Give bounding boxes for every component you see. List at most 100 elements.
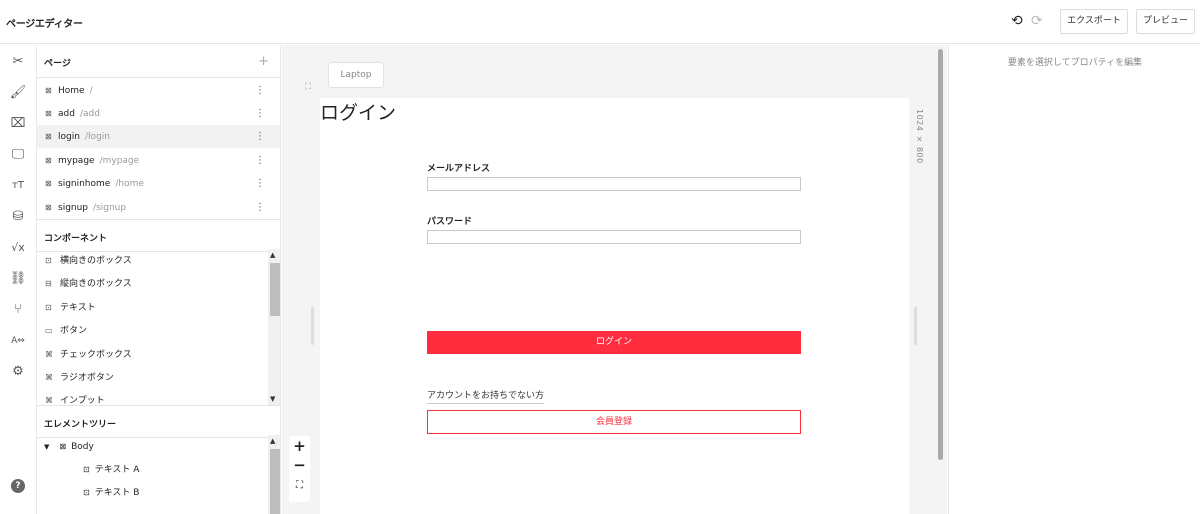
scroll-up-icon[interactable]: ▲ xyxy=(270,251,275,259)
components-header: コンポーネント xyxy=(37,219,280,252)
page-item[interactable]: ⊠ Home / ⋮ xyxy=(37,79,280,102)
tree-node[interactable]: ⊡ テキスト A xyxy=(83,460,139,480)
monitor-icon[interactable]: 🖵 xyxy=(9,147,27,163)
component-label: ボタン xyxy=(60,326,88,336)
page-icon: ⊠ xyxy=(45,156,52,165)
zoom-out-icon[interactable]: − xyxy=(289,456,310,474)
device-tab[interactable]: Laptop xyxy=(328,62,384,88)
page-name: signinhome xyxy=(58,179,111,189)
scroll-thumb[interactable] xyxy=(270,263,280,316)
tree-node-label: Body xyxy=(71,442,94,452)
page-item-selected[interactable]: ⊠ login/login ⋮ xyxy=(37,125,280,148)
component-item[interactable]: ⌘ チェックボックス xyxy=(37,343,267,366)
register-button[interactable]: 会員登録 xyxy=(427,410,801,434)
component-label: チェックボックス xyxy=(60,350,132,360)
pages-header: ページ + xyxy=(37,45,280,78)
fit-screen-icon[interactable]: ⛶ xyxy=(289,480,310,491)
help-icon[interactable]: ? xyxy=(11,479,25,493)
components-title: コンポーネント xyxy=(44,234,108,244)
text-size-icon[interactable]: тT xyxy=(9,178,27,194)
translate-icon[interactable]: A⇔ xyxy=(9,333,27,349)
canvas-scrollbar[interactable] xyxy=(938,49,943,460)
tools-icon[interactable]: ✂ xyxy=(9,54,27,70)
zoom-controls: + − ⛶ xyxy=(289,436,310,502)
pages-title: ページ xyxy=(44,59,71,69)
page-item[interactable]: ⊠ mypage/mypage ⋮ xyxy=(37,149,280,172)
more-icon[interactable]: ⋮ xyxy=(255,196,265,219)
more-icon[interactable]: ⋮ xyxy=(255,102,265,125)
component-item[interactable]: ⊟ 縦向きのボックス xyxy=(37,272,267,295)
tree-node-body[interactable]: ▼ ⊠ Body xyxy=(44,437,94,457)
preview-button[interactable]: プレビュー xyxy=(1136,9,1195,34)
tree-node[interactable]: ⊡ テキスト B xyxy=(83,483,139,503)
more-icon[interactable]: ⋮ xyxy=(255,125,265,148)
settings-icon[interactable]: ⚙ xyxy=(9,364,27,380)
component-item[interactable]: ⊡ 横向きのボックス xyxy=(37,249,267,272)
page-path: /mypage xyxy=(99,156,140,166)
page-item[interactable]: ⊠ add/add ⋮ xyxy=(37,102,280,125)
components-scrollbar[interactable]: ▲ ▼ xyxy=(268,249,280,405)
page-name: signup xyxy=(58,203,89,213)
component-label: 横向きのボックス xyxy=(60,256,132,266)
page-icon: ⊠ xyxy=(45,179,52,188)
tree-scrollbar[interactable]: ▲ xyxy=(268,435,280,514)
page-name: add xyxy=(58,109,75,119)
page-name: mypage xyxy=(58,156,95,166)
page-icon: ⊠ xyxy=(45,86,52,95)
checkbox-icon: ⌘ xyxy=(45,350,53,359)
page-icon: ⊠ xyxy=(45,203,52,212)
more-icon[interactable]: ⋮ xyxy=(255,79,265,102)
login-button[interactable]: ログイン xyxy=(427,331,801,354)
properties-hint: 要素を選択してプロパティを編集 xyxy=(1007,58,1143,68)
element-tree-title: エレメントツリー xyxy=(44,420,117,430)
caret-down-icon[interactable]: ▼ xyxy=(44,443,49,451)
page-name: Home xyxy=(58,86,85,96)
component-label: 縦向きのボックス xyxy=(60,279,132,289)
top-bar: ページエディター ⟲ ⟳ エクスポート プレビュー xyxy=(0,0,1200,44)
hierarchy-icon[interactable]: ⛓ xyxy=(9,271,27,287)
undo-icon[interactable]: ⟲ xyxy=(1011,13,1023,29)
tool-sidebar: ✂ 🖌 ⌧ 🖵 тT ⛁ √x ⛓ ⑂ A⇔ ⚙ ? xyxy=(0,45,37,514)
resize-handle-left[interactable] xyxy=(311,307,314,345)
button-icon: ▭ xyxy=(45,326,53,335)
add-page-icon[interactable]: + xyxy=(258,54,269,69)
zoom-in-icon[interactable]: + xyxy=(289,437,310,455)
component-item[interactable]: ▭ ボタン xyxy=(37,319,267,342)
branch-icon[interactable]: ⑂ xyxy=(9,302,27,318)
component-item[interactable]: ⊡ テキスト xyxy=(37,296,267,319)
text-icon: ⊡ xyxy=(45,303,52,312)
email-label: メールアドレス xyxy=(427,164,491,174)
component-label: テキスト xyxy=(60,303,96,313)
resize-handle-right[interactable] xyxy=(914,307,917,345)
tree-node-label: テキスト A xyxy=(94,465,140,475)
frame-icon[interactable]: ⌧ xyxy=(9,116,27,132)
export-button[interactable]: エクスポート xyxy=(1060,9,1128,34)
page-item[interactable]: ⊠ signinhome/home ⋮ xyxy=(37,172,280,195)
formula-icon[interactable]: √x xyxy=(9,240,27,256)
page-frame: ログイン メールアドレス パスワード ログイン アカウントをお持ちでない方 会員… xyxy=(320,98,909,514)
canvas-dimensions: 1024 × 800 xyxy=(915,109,924,164)
page-path: /home xyxy=(115,179,144,189)
left-panel: ページ + ⊠ Home / ⋮ ⊠ add/add ⋮ ⊠ login/login ⋮… xyxy=(37,45,281,514)
text-icon: ⊡ xyxy=(83,465,90,474)
expand-icon[interactable]: ⛶ xyxy=(305,82,311,92)
scroll-up-icon[interactable]: ▲ xyxy=(270,437,275,445)
redo-icon[interactable]: ⟳ xyxy=(1031,13,1043,29)
text-icon: ⊡ xyxy=(83,488,90,497)
more-icon[interactable]: ⋮ xyxy=(255,149,265,172)
scroll-down-icon[interactable]: ▼ xyxy=(270,395,275,403)
radio-icon: ⌘ xyxy=(45,373,53,382)
password-field[interactable] xyxy=(427,230,801,244)
component-item[interactable]: ⌘ ラジオボタン xyxy=(37,366,267,389)
scroll-thumb[interactable] xyxy=(270,449,280,514)
email-field[interactable] xyxy=(427,177,801,191)
page-path: /signup xyxy=(93,203,127,213)
element-tree-header: エレメントツリー xyxy=(37,405,280,438)
database-icon[interactable]: ⛁ xyxy=(9,209,27,225)
page-path: /login xyxy=(84,132,110,142)
more-icon[interactable]: ⋮ xyxy=(255,172,265,195)
page-item[interactable]: ⊠ signup/signup ⋮ xyxy=(37,196,280,219)
page-heading[interactable]: ログイン xyxy=(320,98,396,125)
paint-roller-icon[interactable]: 🖌 xyxy=(9,85,27,101)
properties-panel: 要素を選択してプロパティを編集 xyxy=(948,45,1200,514)
